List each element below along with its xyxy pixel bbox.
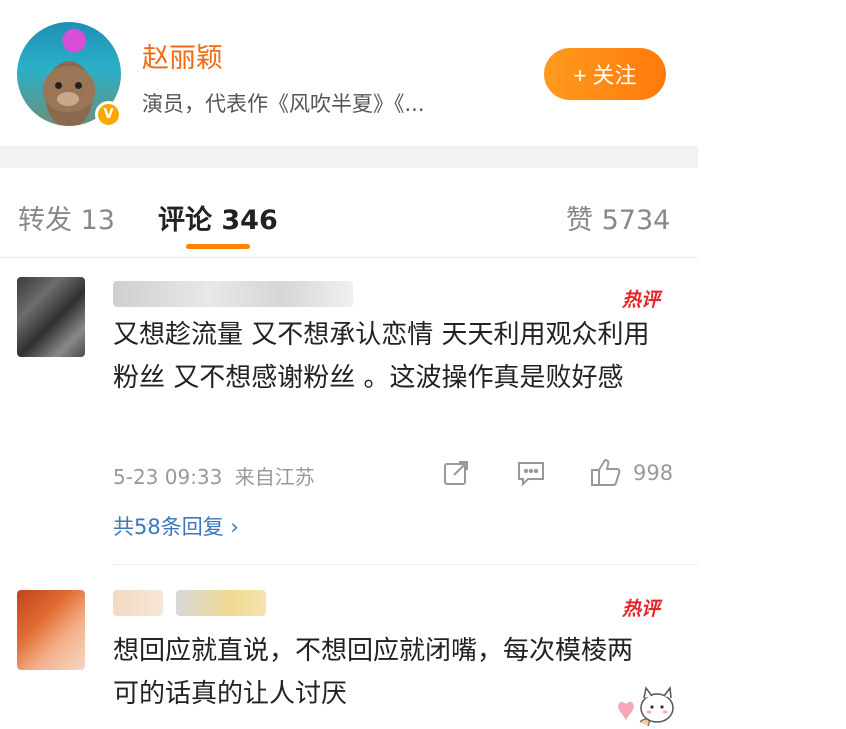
- hot-comment-tag: 热评: [622, 598, 661, 620]
- commenter-name-blurred[interactable]: [113, 281, 353, 307]
- comment-text: 又想趁流量 又不想承认恋情 天天利用观众利用粉丝 又不想感谢粉丝 。这波操作真是…: [113, 320, 650, 393]
- comment-icon[interactable]: [516, 459, 546, 491]
- tab-reposts[interactable]: 转发 13: [18, 198, 115, 237]
- like-icon[interactable]: [590, 457, 622, 491]
- section-divider: [0, 146, 698, 168]
- commenter-name-blurred[interactable]: [113, 590, 163, 616]
- active-tab-indicator: [186, 244, 250, 249]
- commenter-avatar[interactable]: [17, 277, 85, 357]
- like-count: 998: [633, 461, 674, 485]
- commenter-avatar[interactable]: [17, 590, 85, 670]
- tab-likes[interactable]: 赞 5734: [566, 198, 670, 237]
- avatar-snout: [57, 92, 79, 106]
- comment-location: 来自江苏: [234, 465, 315, 489]
- cat-sticker-icon: [612, 678, 678, 729]
- comment-time: 5-23 09:33: [113, 465, 223, 489]
- comment-text: 想回应就直说，不想回应就闭嘴，每次模棱两可的话真的让人讨厌: [113, 636, 634, 709]
- author-header: V 赵丽颖 演员，代表作《风吹半夏》《... + 关注: [0, 0, 698, 146]
- author-name[interactable]: 赵丽颖: [142, 36, 223, 75]
- interaction-tabs: 转发 13 评论 346 赞 5734: [0, 168, 698, 258]
- verified-badge-icon: V: [95, 101, 122, 128]
- share-icon[interactable]: [442, 459, 470, 491]
- view-replies-link[interactable]: 共58条回复 ›: [113, 511, 239, 541]
- comment-item: 热评 又想趁流量 又不想承认恋情 天天利用观众利用粉丝 又不想感谢粉丝 。这波操…: [0, 259, 698, 565]
- weibo-post-screen: V 赵丽颖 演员，代表作《风吹半夏》《... + 关注 转发 13 评论 346…: [0, 0, 698, 729]
- follow-button[interactable]: + 关注: [544, 48, 666, 100]
- comment-divider: [113, 564, 698, 565]
- hot-comment-tag: 热评: [622, 289, 661, 311]
- comment-item: 热评 想回应就直说，不想回应就闭嘴，每次模棱两可的话真的让人讨厌: [0, 566, 698, 729]
- comment-meta: 5-23 09:33 来自江苏: [113, 461, 315, 490]
- commenter-badge-blurred: [176, 590, 266, 616]
- tab-comments[interactable]: 评论 346: [158, 198, 278, 237]
- avatar-eye-right: [75, 82, 82, 89]
- author-description: 演员，代表作《风吹半夏》《...: [142, 92, 425, 116]
- avatar-eye-left: [55, 82, 62, 89]
